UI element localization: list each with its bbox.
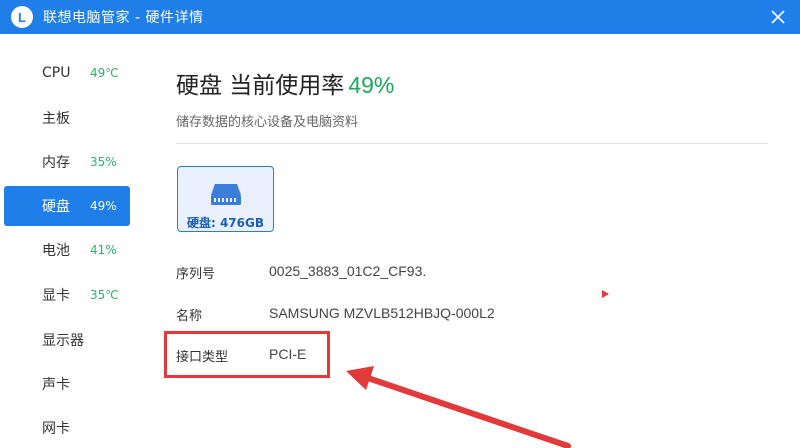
sidebar-item-display[interactable]: 显示器 bbox=[0, 320, 130, 360]
page-title: 硬盘 当前使用率 49% bbox=[176, 66, 394, 100]
detail-value: SAMSUNG MZVLB512HBJQ-000L2 bbox=[269, 305, 495, 321]
sidebar-item-memory[interactable]: 内存 35% bbox=[0, 142, 130, 182]
usage-percent: 49% bbox=[348, 72, 395, 98]
sidebar-item-value: 41% bbox=[90, 243, 117, 257]
sidebar-item-label: 内存 bbox=[42, 155, 70, 171]
logo-letter: L bbox=[18, 9, 26, 25]
sidebar-item-sound-card[interactable]: 声卡 bbox=[0, 364, 130, 404]
sidebar-item-motherboard[interactable]: 主板 bbox=[0, 98, 130, 138]
hard-disk-icon bbox=[211, 184, 241, 205]
close-icon bbox=[771, 10, 785, 24]
sidebar-item-label: 声卡 bbox=[42, 377, 70, 393]
sidebar-item-value: 49℃ bbox=[90, 66, 119, 80]
sidebar-item-value: 35℃ bbox=[90, 288, 119, 302]
detail-key: 序列号 bbox=[176, 267, 216, 282]
page-title-text: 硬盘 当前使用率 bbox=[176, 73, 345, 99]
sidebar-item-value: 35% bbox=[90, 155, 117, 169]
sidebar-item-label: 显卡 bbox=[42, 288, 70, 304]
logo-icon: L bbox=[11, 6, 33, 28]
sidebar-item-label: 网卡 bbox=[42, 421, 70, 437]
annotation-marker bbox=[602, 290, 609, 298]
detail-key: 名称 bbox=[176, 309, 203, 324]
window-title: 联想电脑管家 - 硬件详情 bbox=[43, 10, 204, 26]
sidebar-item-network-card[interactable]: 网卡 bbox=[0, 408, 130, 448]
sidebar-item-battery[interactable]: 电池 41% bbox=[0, 230, 130, 270]
disk-tab-label: 硬盘: 476GB bbox=[186, 216, 265, 230]
sidebar-item-label: 显示器 bbox=[42, 333, 84, 349]
annotation-arrow-icon bbox=[346, 366, 571, 448]
disk-tab[interactable]: 硬盘: 476GB bbox=[177, 166, 274, 232]
annotation-highlight-box bbox=[164, 331, 330, 378]
detail-value: 0025_3883_01C2_CF93. bbox=[269, 263, 427, 279]
sidebar-item-label: 主板 bbox=[42, 111, 70, 127]
close-button[interactable] bbox=[766, 5, 790, 29]
title-bar: L 联想电脑管家 - 硬件详情 bbox=[0, 0, 800, 34]
sidebar-item-label: 电池 bbox=[42, 243, 70, 259]
sidebar-item-cpu[interactable]: CPU 49℃ bbox=[0, 53, 130, 93]
sidebar-item-label: CPU bbox=[42, 65, 71, 81]
sidebar-item-gpu[interactable]: 显卡 35℃ bbox=[0, 275, 130, 315]
sidebar-item-value: 49% bbox=[90, 199, 117, 213]
page-subtitle: 储存数据的核心设备及电脑资料 bbox=[176, 115, 359, 130]
divider bbox=[176, 143, 768, 144]
sidebar-item-label: 硬盘 bbox=[42, 199, 70, 215]
sidebar: CPU 49℃ 主板 内存 35% 硬盘 49% 电池 41% 显卡 35℃ 显… bbox=[0, 34, 140, 448]
sidebar-item-disk[interactable]: 硬盘 49% bbox=[4, 186, 130, 226]
